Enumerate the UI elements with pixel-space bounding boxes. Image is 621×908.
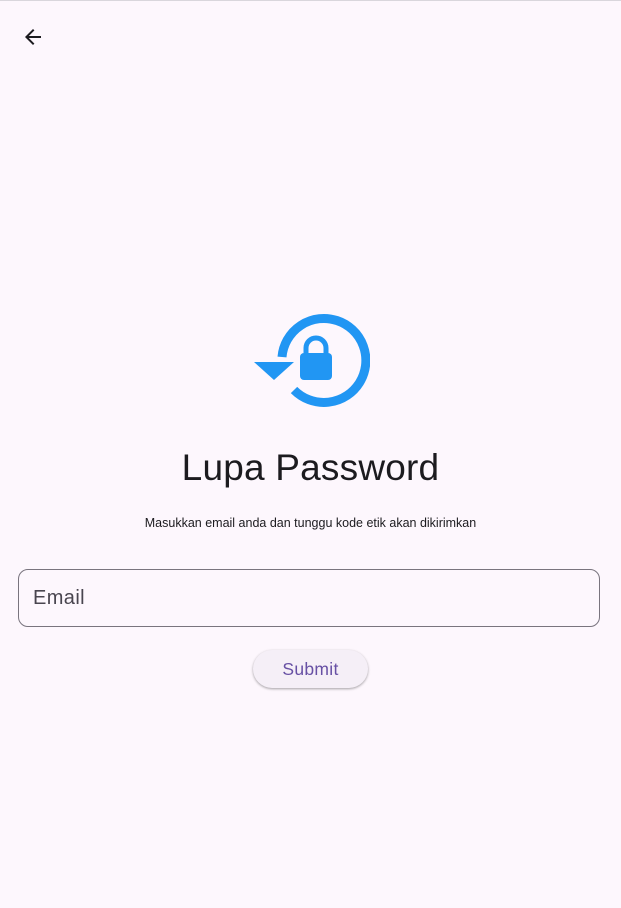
back-button[interactable] [14, 18, 52, 56]
email-input[interactable] [33, 570, 585, 626]
top-divider [0, 0, 621, 1]
email-field[interactable] [18, 569, 600, 627]
page-title: Lupa Password [181, 447, 440, 488]
submit-button[interactable]: Submit [253, 650, 368, 688]
arrow-back-icon [25, 29, 41, 45]
lock-reset-icon [254, 313, 370, 407]
page-subtitle: Masukkan email anda dan tunggu kode etik… [144, 516, 477, 530]
